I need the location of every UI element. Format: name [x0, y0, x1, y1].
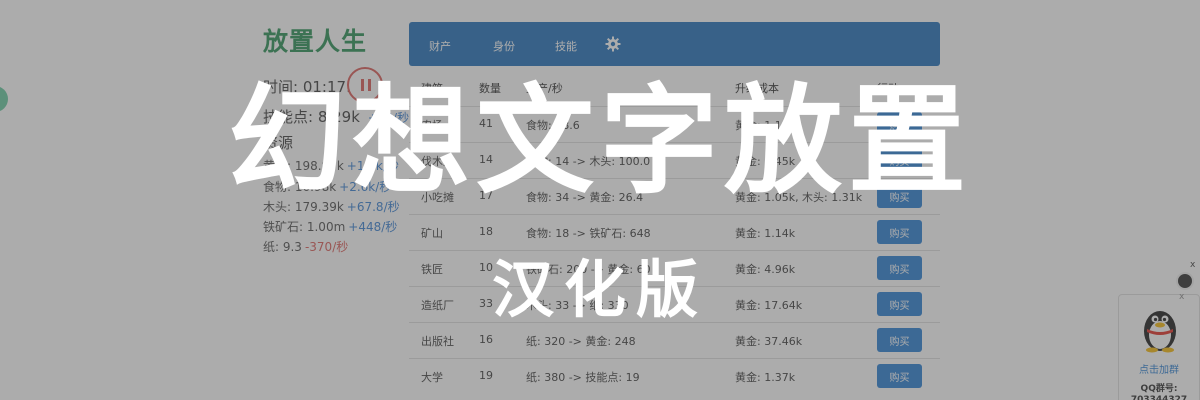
banner-subtitle: 汉化版: [491, 253, 708, 326]
banner-title: 幻想文字放置: [227, 72, 972, 210]
